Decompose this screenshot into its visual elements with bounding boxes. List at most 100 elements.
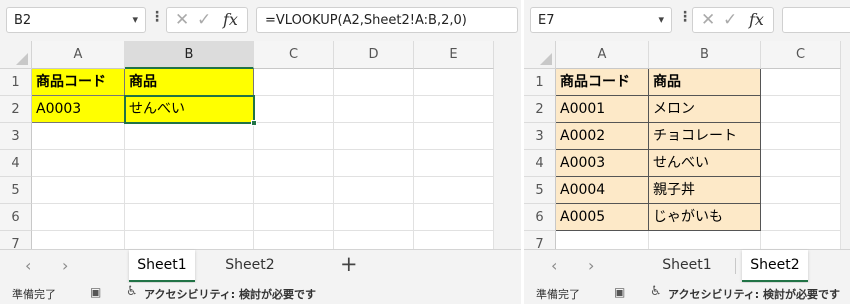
cell-a1[interactable]: 商品コード (556, 69, 649, 96)
cancel-icon[interactable]: ✕ (701, 10, 715, 30)
insert-function-icon[interactable]: fx (749, 10, 764, 29)
empty-cell[interactable] (32, 123, 125, 150)
cell-a5[interactable]: A0004 (556, 177, 649, 204)
empty-cell[interactable] (32, 177, 125, 204)
column-header-d[interactable]: D (334, 41, 414, 69)
insert-function-icon[interactable]: fx (223, 10, 238, 29)
cancel-icon[interactable]: ✕ (175, 10, 189, 30)
select-all-corner[interactable] (524, 41, 556, 69)
tab-sheet2[interactable]: Sheet2 (214, 250, 286, 282)
accessibility-icon[interactable]: ♿ (650, 284, 662, 299)
next-sheet-icon[interactable]: › (62, 256, 68, 275)
empty-cell[interactable] (254, 69, 334, 96)
enter-icon[interactable]: ✓ (723, 10, 737, 30)
empty-cell[interactable] (254, 96, 334, 123)
empty-cell[interactable] (32, 204, 125, 231)
formula-input[interactable] (782, 7, 850, 33)
tab-sheet1[interactable]: Sheet1 (650, 250, 724, 282)
chevron-down-icon[interactable]: ▾ (658, 13, 664, 26)
empty-cell[interactable] (254, 177, 334, 204)
next-sheet-icon[interactable]: › (588, 256, 594, 275)
empty-cell[interactable] (125, 204, 254, 231)
empty-cell[interactable] (334, 150, 414, 177)
empty-cell[interactable] (761, 150, 841, 177)
row-header-4[interactable]: 4 (0, 150, 32, 177)
cell-a3[interactable]: A0002 (556, 123, 649, 150)
empty-cell[interactable] (254, 150, 334, 177)
empty-cell[interactable] (334, 204, 414, 231)
more-options-icon[interactable]: ⋮ (150, 9, 164, 25)
row-header-3[interactable]: 3 (524, 123, 556, 150)
prev-sheet-icon[interactable]: ‹ (25, 256, 31, 275)
cell-a2[interactable]: A0003 (32, 96, 125, 123)
row-header-4[interactable]: 4 (524, 150, 556, 177)
accessibility-status[interactable]: アクセシビリティ: 検討が必要です (668, 286, 840, 302)
tab-sheet2[interactable]: Sheet2 (742, 250, 808, 282)
empty-cell[interactable] (761, 123, 841, 150)
cell-a1[interactable]: 商品コード (32, 69, 125, 96)
empty-cell[interactable] (414, 69, 494, 96)
status-ready: 準備完了 (12, 288, 56, 301)
cell-b5[interactable]: 親子丼 (649, 177, 761, 204)
empty-cell[interactable] (414, 123, 494, 150)
empty-cell[interactable] (125, 150, 254, 177)
name-box[interactable]: B2 ▾ (6, 7, 146, 33)
prev-sheet-icon[interactable]: ‹ (551, 256, 557, 275)
empty-cell[interactable] (254, 204, 334, 231)
cell-a2[interactable]: A0001 (556, 96, 649, 123)
chevron-down-icon[interactable]: ▾ (132, 13, 138, 26)
row-header-1[interactable]: 1 (0, 69, 32, 96)
column-header-b[interactable]: B (125, 41, 254, 69)
empty-cell[interactable] (761, 177, 841, 204)
empty-cell[interactable] (334, 96, 414, 123)
row-header-6[interactable]: 6 (524, 204, 556, 231)
column-header-c[interactable]: C (254, 41, 334, 69)
row-header-6[interactable]: 6 (0, 204, 32, 231)
more-options-icon[interactable]: ⋮ (678, 9, 692, 25)
empty-cell[interactable] (334, 123, 414, 150)
cell-b4[interactable]: せんべい (649, 150, 761, 177)
empty-cell[interactable] (334, 69, 414, 96)
column-header-a[interactable]: A (556, 41, 649, 69)
empty-cell[interactable] (125, 177, 254, 204)
cell-b1[interactable]: 商品 (125, 69, 254, 96)
enter-icon[interactable]: ✓ (197, 10, 211, 30)
empty-cell[interactable] (761, 96, 841, 123)
empty-cell[interactable] (125, 123, 254, 150)
add-sheet-button[interactable]: + (340, 252, 358, 276)
row-header-2[interactable]: 2 (0, 96, 32, 123)
cell-b2[interactable]: メロン (649, 96, 761, 123)
row-header-3[interactable]: 3 (0, 123, 32, 150)
cell-b3[interactable]: チョコレート (649, 123, 761, 150)
accessibility-status[interactable]: アクセシビリティ: 検討が必要です (144, 286, 316, 302)
empty-cell[interactable] (414, 96, 494, 123)
empty-cell[interactable] (414, 177, 494, 204)
empty-cell[interactable] (414, 204, 494, 231)
row-header-2[interactable]: 2 (524, 96, 556, 123)
row-header-5[interactable]: 5 (524, 177, 556, 204)
row-header-1[interactable]: 1 (524, 69, 556, 96)
select-all-corner[interactable] (0, 41, 32, 69)
empty-cell[interactable] (761, 204, 841, 231)
accessibility-icon[interactable]: ♿ (126, 284, 138, 299)
column-header-c[interactable]: C (761, 41, 841, 69)
camera-icon[interactable]: ▣ (614, 285, 625, 299)
cell-a6[interactable]: A0005 (556, 204, 649, 231)
cell-b1[interactable]: 商品 (649, 69, 761, 96)
empty-cell[interactable] (254, 123, 334, 150)
column-header-a[interactable]: A (32, 41, 125, 69)
row-header-5[interactable]: 5 (0, 177, 32, 204)
cell-b6[interactable]: じゃがいも (649, 204, 761, 231)
cell-b2[interactable]: せんべい (125, 96, 254, 123)
empty-cell[interactable] (761, 69, 841, 96)
empty-cell[interactable] (32, 150, 125, 177)
column-header-b[interactable]: B (649, 41, 761, 69)
cell-a4[interactable]: A0003 (556, 150, 649, 177)
name-box[interactable]: E7 ▾ (530, 7, 672, 33)
empty-cell[interactable] (334, 177, 414, 204)
camera-icon[interactable]: ▣ (90, 285, 101, 299)
formula-input[interactable]: =VLOOKUP(A2,Sheet2!A:B,2,0) (256, 7, 518, 33)
tab-sheet1[interactable]: Sheet1 (129, 250, 195, 282)
column-header-e[interactable]: E (414, 41, 494, 69)
empty-cell[interactable] (414, 150, 494, 177)
